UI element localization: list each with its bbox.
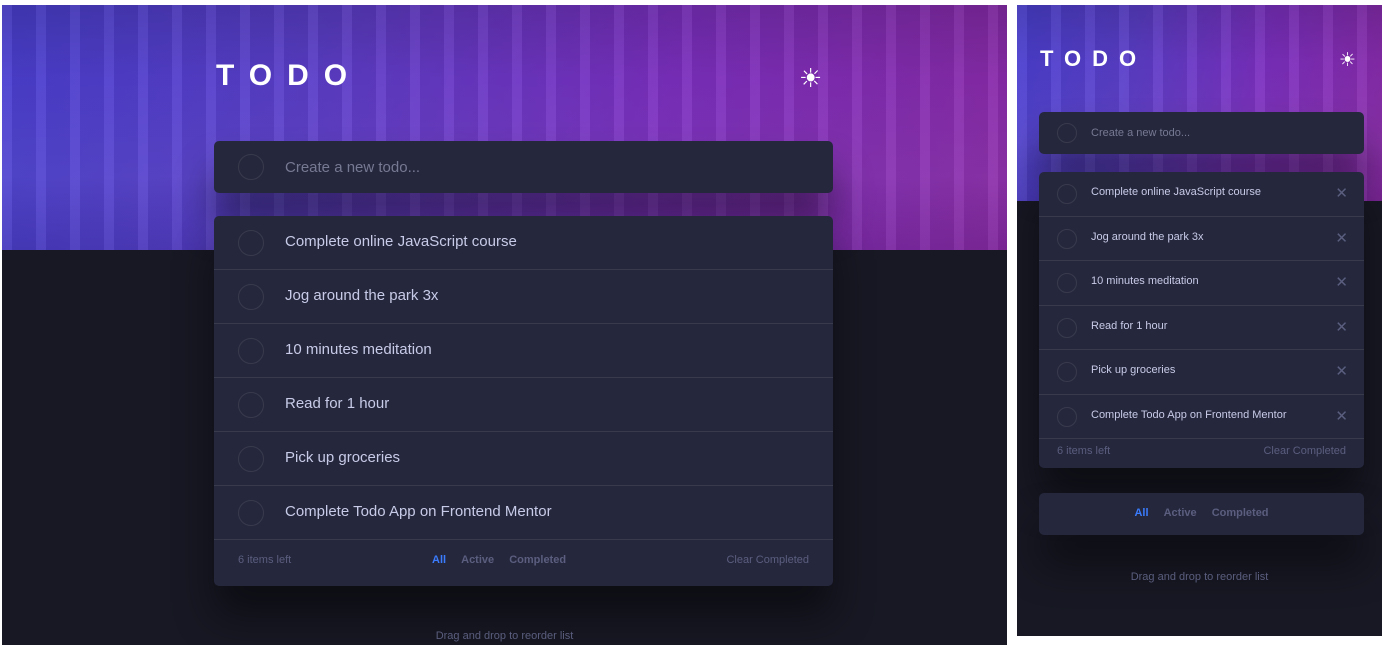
todo-label: Pick up groceries (1091, 364, 1176, 376)
sun-icon[interactable]: ☀ (1339, 51, 1356, 70)
reorder-hint: Drag and drop to reorder list (1130, 571, 1269, 583)
reorder-hint: Drag and drop to reorder list (435, 630, 574, 642)
checkbox-circle-icon[interactable] (1057, 228, 1077, 249)
items-left-count: 6 items left (238, 554, 292, 566)
todo-item[interactable]: 10 minutes meditation ✕ (1039, 261, 1364, 306)
todo-label: Complete online JavaScript course (1091, 186, 1261, 198)
new-todo-input[interactable] (285, 141, 815, 193)
todo-label: Read for 1 hour (1091, 319, 1168, 332)
todo-label: Complete Todo App on Frontend Mentor (285, 503, 552, 520)
todo-label: 10 minutes meditation (285, 341, 432, 358)
todo-label: Read for 1 hour (285, 395, 390, 412)
checkbox-circle-icon[interactable] (238, 500, 264, 526)
filter-completed[interactable]: Completed (509, 554, 566, 566)
sun-icon[interactable]: ☀ (799, 65, 822, 91)
cross-icon[interactable]: ✕ (1335, 275, 1348, 290)
todo-item[interactable]: Jog around the park 3x ✕ (1039, 217, 1364, 261)
todo-label: 10 minutes meditation (1091, 275, 1199, 287)
filter-all[interactable]: All (1134, 507, 1148, 519)
todo-list: Complete online JavaScript course Jog ar… (214, 216, 833, 586)
todo-item[interactable]: Complete Todo App on Frontend Mentor ✕ (1039, 395, 1364, 439)
filter-all[interactable]: All (432, 554, 446, 566)
checkbox-circle-icon[interactable] (1057, 317, 1077, 338)
cross-icon[interactable]: ✕ (1335, 409, 1348, 424)
checkbox-circle-icon[interactable] (1057, 406, 1077, 427)
checkbox-circle-icon[interactable] (1057, 362, 1077, 382)
todo-item[interactable]: Complete online JavaScript course (214, 216, 833, 270)
todo-item[interactable]: Read for 1 hour (214, 378, 833, 432)
filter-completed[interactable]: Completed (1212, 507, 1269, 519)
clear-completed-button[interactable]: Clear Completed (1263, 445, 1346, 457)
new-todo-field[interactable] (1039, 112, 1364, 154)
todo-item[interactable]: Read for 1 hour ✕ (1039, 306, 1364, 350)
todo-item[interactable]: Jog around the park 3x (214, 270, 833, 324)
checkbox-circle-icon[interactable] (1057, 184, 1077, 204)
filter-active[interactable]: Active (1164, 507, 1197, 519)
new-todo-circle-icon (238, 154, 264, 180)
cross-icon[interactable]: ✕ (1335, 364, 1348, 379)
checkbox-circle-icon[interactable] (238, 446, 264, 472)
checkbox-circle-icon[interactable] (238, 284, 264, 310)
clear-completed-button[interactable]: Clear Completed (726, 554, 809, 566)
items-left-count: 6 items left (1057, 445, 1111, 457)
new-todo-circle-icon (1057, 123, 1077, 143)
filter-bar: All Active Completed (1039, 493, 1364, 535)
app-title: TODO (1040, 46, 1148, 71)
todo-item[interactable]: Pick up groceries ✕ (1039, 350, 1364, 395)
todo-item[interactable]: Complete Todo App on Frontend Mentor (214, 486, 833, 540)
todo-item[interactable]: Pick up groceries (214, 432, 833, 486)
list-footer: 6 items left All Active Completed Clear … (214, 540, 833, 586)
todo-label: Jog around the park 3x (285, 287, 439, 304)
mobile-view: TODO ☀ Complete online JavaScript course… (1017, 5, 1382, 636)
todo-label: Jog around the park 3x (1091, 230, 1204, 243)
cross-icon[interactable]: ✕ (1335, 231, 1348, 246)
filter-group: All Active Completed (1039, 507, 1364, 519)
todo-item[interactable]: Complete online JavaScript course ✕ (1039, 172, 1364, 217)
checkbox-circle-icon[interactable] (1057, 273, 1077, 293)
filter-group: All Active Completed (426, 554, 572, 566)
todo-item[interactable]: 10 minutes meditation (214, 324, 833, 378)
todo-label: Complete online JavaScript course (285, 233, 517, 250)
hero-background-image (2, 5, 1007, 250)
checkbox-circle-icon[interactable] (238, 392, 264, 418)
new-todo-field[interactable] (214, 141, 833, 193)
list-footer: 6 items left Clear Completed (1039, 439, 1364, 468)
todo-list: Complete online JavaScript course ✕ Jog … (1039, 172, 1364, 468)
cross-icon[interactable]: ✕ (1335, 186, 1348, 201)
desktop-view: TODO ☀ Complete online JavaScript course… (2, 5, 1007, 645)
todo-label: Pick up groceries (285, 449, 401, 466)
checkbox-circle-icon[interactable] (238, 338, 264, 364)
cross-icon[interactable]: ✕ (1335, 320, 1348, 335)
new-todo-input[interactable] (1091, 112, 1351, 154)
todo-label: Complete Todo App on Frontend Mentor (1091, 408, 1287, 421)
checkbox-circle-icon[interactable] (238, 230, 264, 256)
app-title: TODO (216, 59, 363, 92)
filter-active[interactable]: Active (461, 554, 494, 566)
